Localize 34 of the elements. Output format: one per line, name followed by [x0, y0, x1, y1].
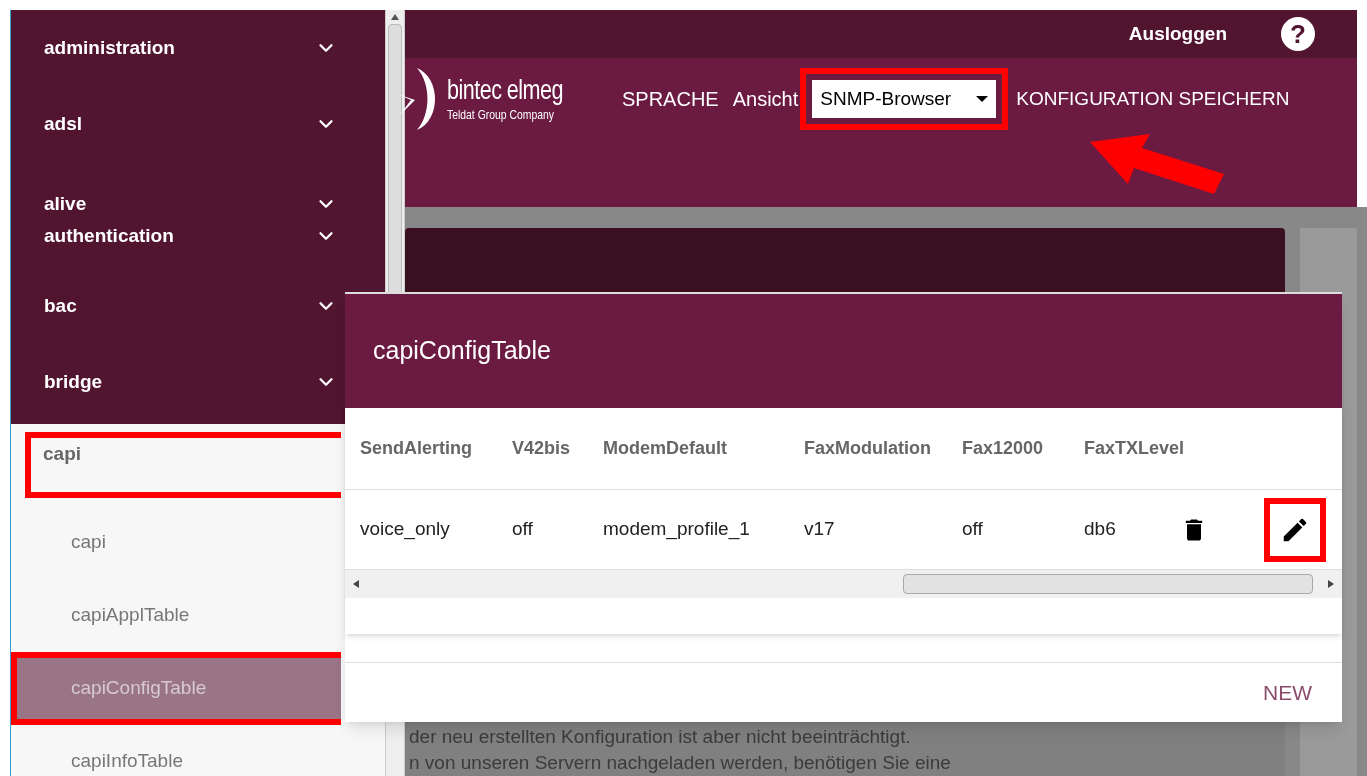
caret-icon [976, 96, 989, 102]
edit-button[interactable] [1264, 497, 1326, 562]
scroll-left-icon[interactable] [353, 580, 359, 588]
table-cell-text: db6 [1084, 517, 1117, 542]
sidebar-group[interactable]: capi [25, 432, 341, 498]
column-header: Fax12000 [962, 437, 1045, 460]
table-cell-text: off [962, 517, 984, 542]
nav-link[interactable]: SPRACHE [622, 84, 719, 114]
logout-link[interactable]: Ausloggen [1128, 19, 1227, 49]
horizontal-scrollbar[interactable] [345, 570, 1342, 598]
body-text: der neu erstellten Konfiguration ist aber nicht beeinträchtigt. [408, 725, 912, 749]
table-cell-text: off [512, 517, 534, 542]
table-cell-text: voice_only [360, 517, 451, 542]
body-text: n von unseren Servern nachgeladen werden, benötigen Sie eine [408, 751, 952, 775]
column-header: FaxModulation [804, 437, 932, 460]
help-button[interactable]: ? [1281, 17, 1315, 51]
scroll-up-icon[interactable] [391, 14, 399, 20]
nav-link[interactable]: Ansicht [732, 84, 799, 114]
scroll-right-icon[interactable] [1328, 580, 1334, 588]
column-header: V42bis [512, 437, 572, 460]
dialog-title: capiConfigTable [373, 335, 551, 367]
sidebar-item[interactable]: capiApplTable [11, 579, 341, 652]
sidebar-item[interactable]: capiInfoTable [11, 725, 341, 776]
logo-tagline: Teldat Group Company [447, 108, 555, 121]
new-button[interactable]: NEW [1263, 676, 1312, 709]
logo-name: bintec elmeg [447, 77, 563, 104]
save-config-link[interactable]: KONFIGURATION SPEICHERN [1016, 84, 1290, 114]
sidebar-item[interactable]: capi [11, 506, 341, 579]
scrollbar-thumb[interactable] [903, 574, 1313, 594]
column-header: ModemDefault [603, 437, 728, 460]
column-header: SendAlerting [360, 437, 473, 460]
table-cell-text: v17 [804, 517, 836, 542]
table-cell-text: modem_profile_1 [603, 517, 751, 542]
view-select[interactable]: SNMP-Browser [812, 80, 997, 118]
